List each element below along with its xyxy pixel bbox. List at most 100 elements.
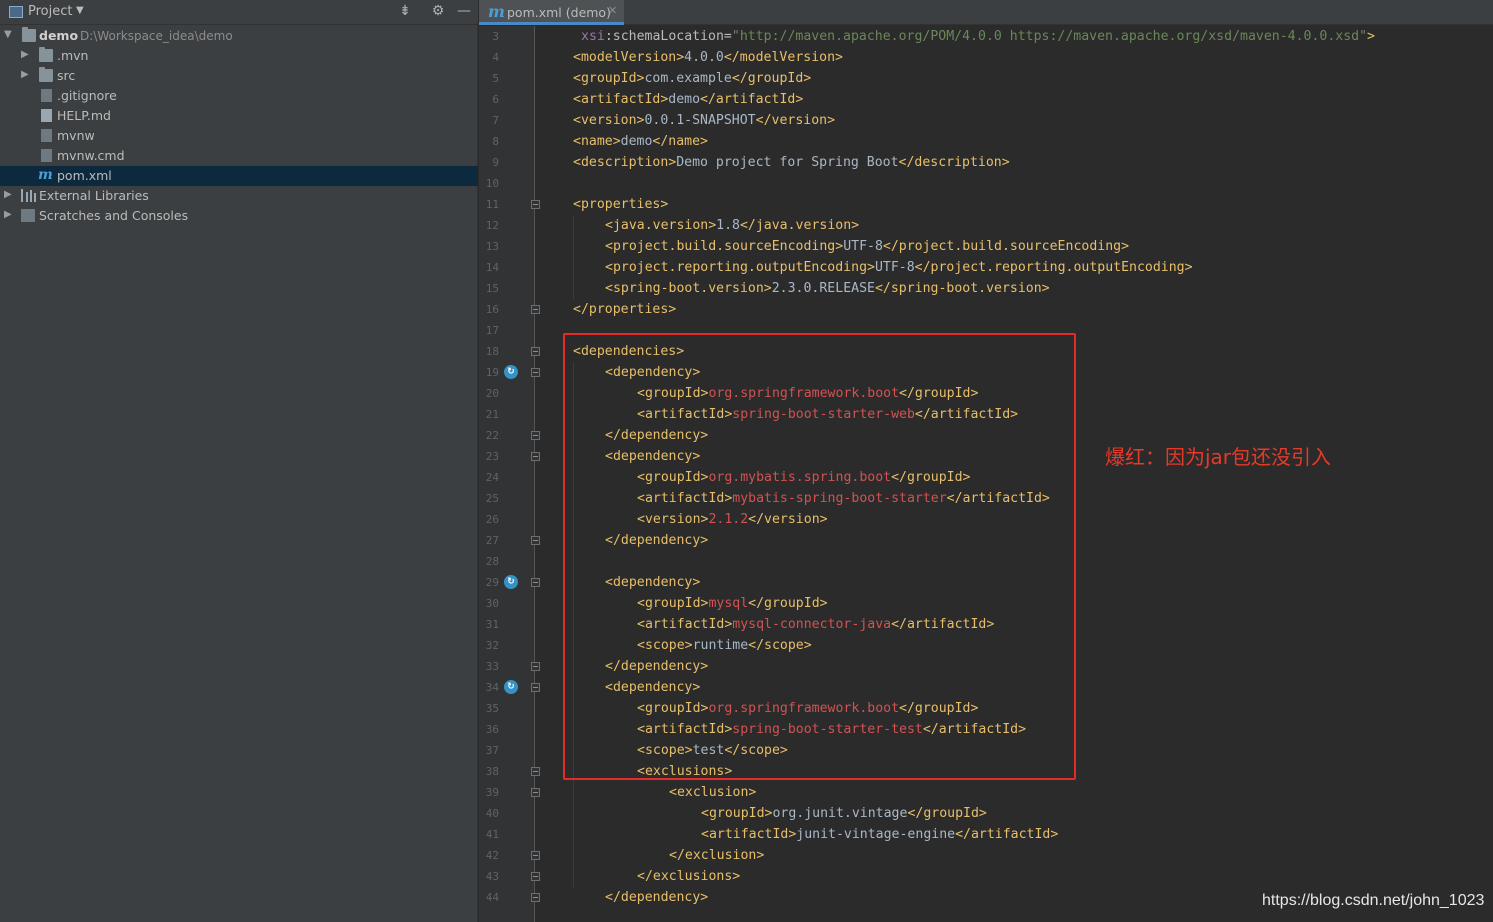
tree-item-label: External Libraries <box>39 188 149 203</box>
code-token: 0.0.1-SNAPSHOT <box>644 113 756 128</box>
tree-item-gitignore[interactable]: .gitignore <box>0 86 478 106</box>
line-number: 39 <box>485 786 499 799</box>
line-number: 16 <box>485 303 499 316</box>
fold-marker-icon[interactable] <box>531 305 540 314</box>
tree-item-pom-xml[interactable]: m pom.xml <box>0 166 478 186</box>
code-token: junit-vintage-engine <box>796 827 956 842</box>
line-number: 5 <box>492 72 499 85</box>
tree-item-label: HELP.md <box>57 108 111 123</box>
minimize-icon[interactable]: — <box>456 3 472 19</box>
tree-item-external-libraries[interactable]: ▶ External Libraries <box>0 186 478 206</box>
line-number: 7 <box>492 114 499 127</box>
expand-arrow-icon[interactable]: ▶ <box>4 209 12 220</box>
tree-item-label: src <box>57 68 76 83</box>
folder-icon <box>39 67 53 82</box>
line-number: 13 <box>485 240 499 253</box>
code-token: demo <box>620 134 653 149</box>
expand-arrow-icon[interactable]: ▶ <box>4 189 12 200</box>
fold-marker-icon[interactable] <box>531 368 540 377</box>
code-token: <description> <box>573 155 677 170</box>
fold-marker-icon[interactable] <box>531 431 540 440</box>
code-line: </exclusions> <box>637 866 740 887</box>
fold-marker-icon[interactable] <box>531 872 540 881</box>
folder-icon <box>39 47 53 62</box>
tree-item-label: pom.xml <box>57 168 112 183</box>
line-number: 19 <box>485 366 499 379</box>
line-number: 10 <box>485 177 499 190</box>
code-token: </exclusion> <box>669 848 765 863</box>
line-number: 14 <box>485 261 499 274</box>
scratches-icon <box>21 209 35 222</box>
project-view-selector[interactable]: Project <box>28 4 72 19</box>
fold-marker-icon[interactable] <box>531 788 540 797</box>
code-token: :schemaLocation= <box>604 29 732 44</box>
line-number: 38 <box>485 765 499 778</box>
code-line: <version>0.0.1-SNAPSHOT</version> <box>573 110 835 131</box>
tree-item-help-md[interactable]: HELP.md <box>0 106 478 126</box>
code-token: UTF-8 <box>874 260 915 275</box>
line-number: 36 <box>485 723 499 736</box>
fold-marker-icon[interactable] <box>531 662 540 671</box>
line-number: 29 <box>485 576 499 589</box>
tree-item-label: mvnw <box>57 128 95 143</box>
gear-icon[interactable]: ⚙ <box>430 3 446 19</box>
maven-dependency-icon[interactable]: ↻ <box>504 365 518 379</box>
code-line: <artifactId>junit-vintage-engine</artifa… <box>701 824 1058 845</box>
code-token: com.example <box>644 71 732 86</box>
code-token: <groupId> <box>701 806 773 821</box>
line-number: 23 <box>485 450 499 463</box>
code-token: <java.version> <box>605 218 717 233</box>
tree-item-mvnw-cmd[interactable]: mvnw.cmd <box>0 146 478 166</box>
fold-marker-icon[interactable] <box>531 452 540 461</box>
code-token: <version> <box>573 113 645 128</box>
code-line: <groupId>org.junit.vintage</groupId> <box>701 803 987 824</box>
fold-marker-icon[interactable] <box>531 893 540 902</box>
tree-item-label: Scratches and Consoles <box>39 208 189 223</box>
code-token: </description> <box>898 155 1010 170</box>
tree-item-mvnw[interactable]: mvnw <box>0 126 478 146</box>
editor-tab-bar: m pom.xml (demo) ✕ <box>479 0 1493 25</box>
line-number: 34 <box>485 681 499 694</box>
code-token: 4.0.0 <box>684 50 724 65</box>
code-line: <exclusion> <box>669 782 756 803</box>
code-line: <project.reporting.outputEncoding>UTF-8<… <box>605 257 1193 278</box>
code-line: <groupId>com.example</groupId> <box>573 68 811 89</box>
line-number: 27 <box>485 534 499 547</box>
fold-marker-icon[interactable] <box>531 347 540 356</box>
maven-dependency-icon[interactable]: ↻ <box>504 575 518 589</box>
code-line: <modelVersion>4.0.0</modelVersion> <box>573 47 843 68</box>
tree-item-src[interactable]: ▶ src <box>0 66 478 86</box>
project-view-icon <box>9 6 23 18</box>
tree-item-mvn[interactable]: ▶ .mvn <box>0 46 478 66</box>
expand-arrow-icon[interactable]: ▼ <box>4 29 12 40</box>
maven-file-icon: m <box>488 2 505 21</box>
annotation-text: 爆红：因为jar包还没引入 <box>1105 445 1332 469</box>
fold-marker-icon[interactable] <box>531 536 540 545</box>
expand-arrow-icon[interactable]: ▶ <box>21 49 29 60</box>
ignore-file-icon <box>41 89 52 102</box>
fold-marker-icon[interactable] <box>531 200 540 209</box>
fold-marker-icon[interactable] <box>531 767 540 776</box>
tree-item-demo[interactable]: ▼ demo D:\Workspace_idea\demo <box>0 26 478 46</box>
code-token: <name> <box>573 134 621 149</box>
line-number: 25 <box>485 492 499 505</box>
code-token: <exclusion> <box>669 785 757 800</box>
fold-marker-icon[interactable] <box>531 683 540 692</box>
tab-pom-xml[interactable]: m pom.xml (demo) ✕ <box>479 0 624 25</box>
chevron-down-icon[interactable]: ▼ <box>76 5 84 16</box>
expand-arrow-icon[interactable]: ▶ <box>21 69 29 80</box>
close-icon[interactable]: ✕ <box>608 4 617 17</box>
code-token: <artifactId> <box>701 827 797 842</box>
code-token: </exclusions> <box>637 869 741 884</box>
tree-item-scratches[interactable]: ▶ Scratches and Consoles <box>0 206 478 226</box>
fold-marker-icon[interactable] <box>531 851 540 860</box>
line-number: 41 <box>485 828 499 841</box>
code-token: xsi <box>581 29 605 44</box>
code-line: <project.build.sourceEncoding>UTF-8</pro… <box>605 236 1129 257</box>
code-token: </project.reporting.outputEncoding> <box>914 260 1193 275</box>
fold-marker-icon[interactable] <box>531 578 540 587</box>
line-number: 32 <box>485 639 499 652</box>
collapse-all-icon[interactable]: ⇟ <box>397 3 413 19</box>
line-number: 40 <box>485 807 499 820</box>
maven-dependency-icon[interactable]: ↻ <box>504 680 518 694</box>
